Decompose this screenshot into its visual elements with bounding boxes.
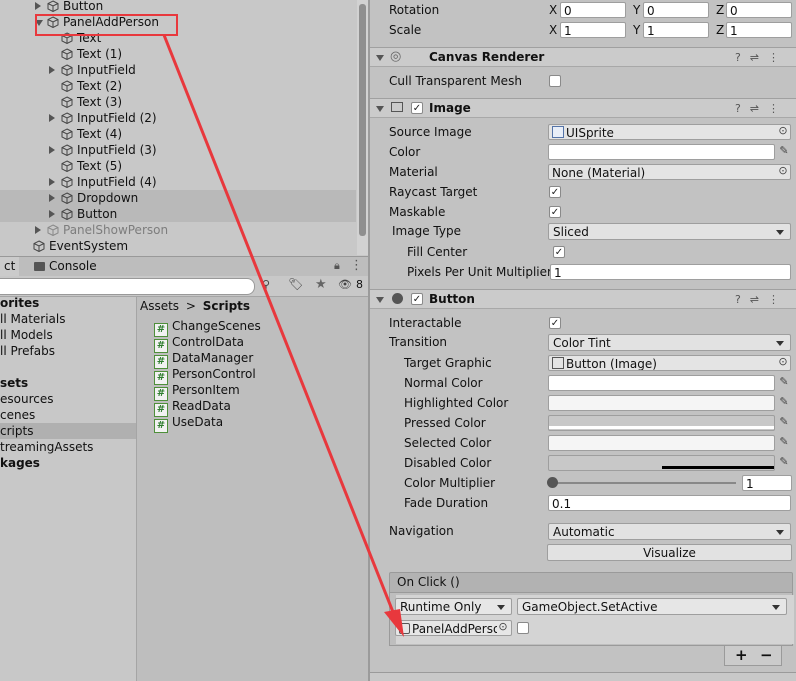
annotation-overlay	[35, 14, 404, 637]
annotation-arrow-head	[384, 609, 404, 637]
annotation-arrow-line	[162, 34, 395, 613]
highlight-box	[35, 14, 178, 36]
